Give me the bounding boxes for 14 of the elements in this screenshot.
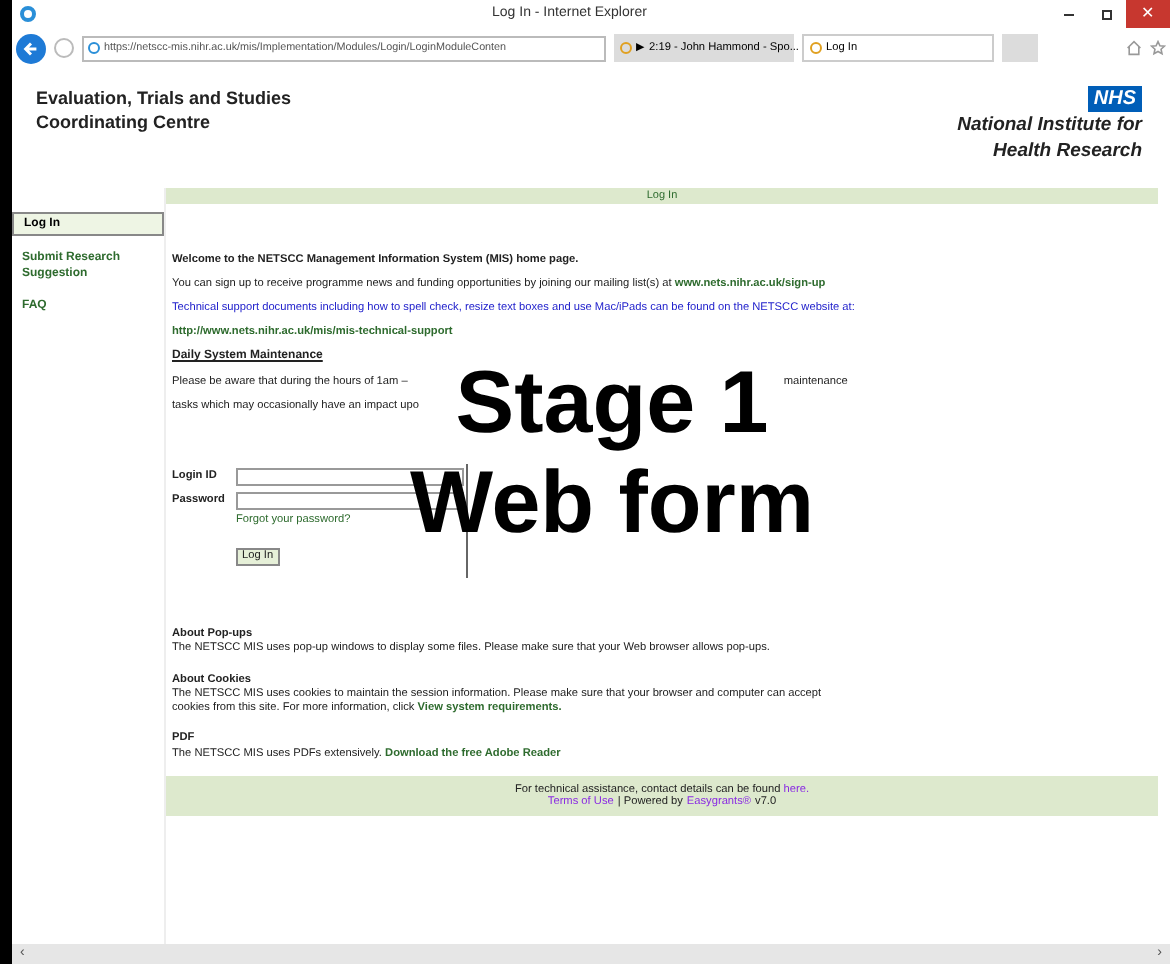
star-icon[interactable] [1150, 40, 1166, 56]
nhs-badge: NHS [1087, 86, 1142, 112]
site-title: Evaluation, Trials and Studies [36, 86, 292, 110]
minimize-icon[interactable] [1064, 13, 1074, 15]
close-button[interactable]: ✕ [1126, 0, 1170, 28]
logo-text: National Institute for [957, 112, 1142, 138]
site-title: Coordinating Centre [36, 110, 212, 134]
back-arrow-icon [22, 39, 40, 57]
overlay-caption: Stage 1 [455, 360, 769, 448]
ie-logo-icon [20, 6, 36, 22]
back-button[interactable] [16, 33, 46, 63]
restore-icon[interactable] [1102, 9, 1112, 19]
home-icon[interactable] [1126, 40, 1142, 56]
logo-text: Health Research [993, 138, 1142, 164]
